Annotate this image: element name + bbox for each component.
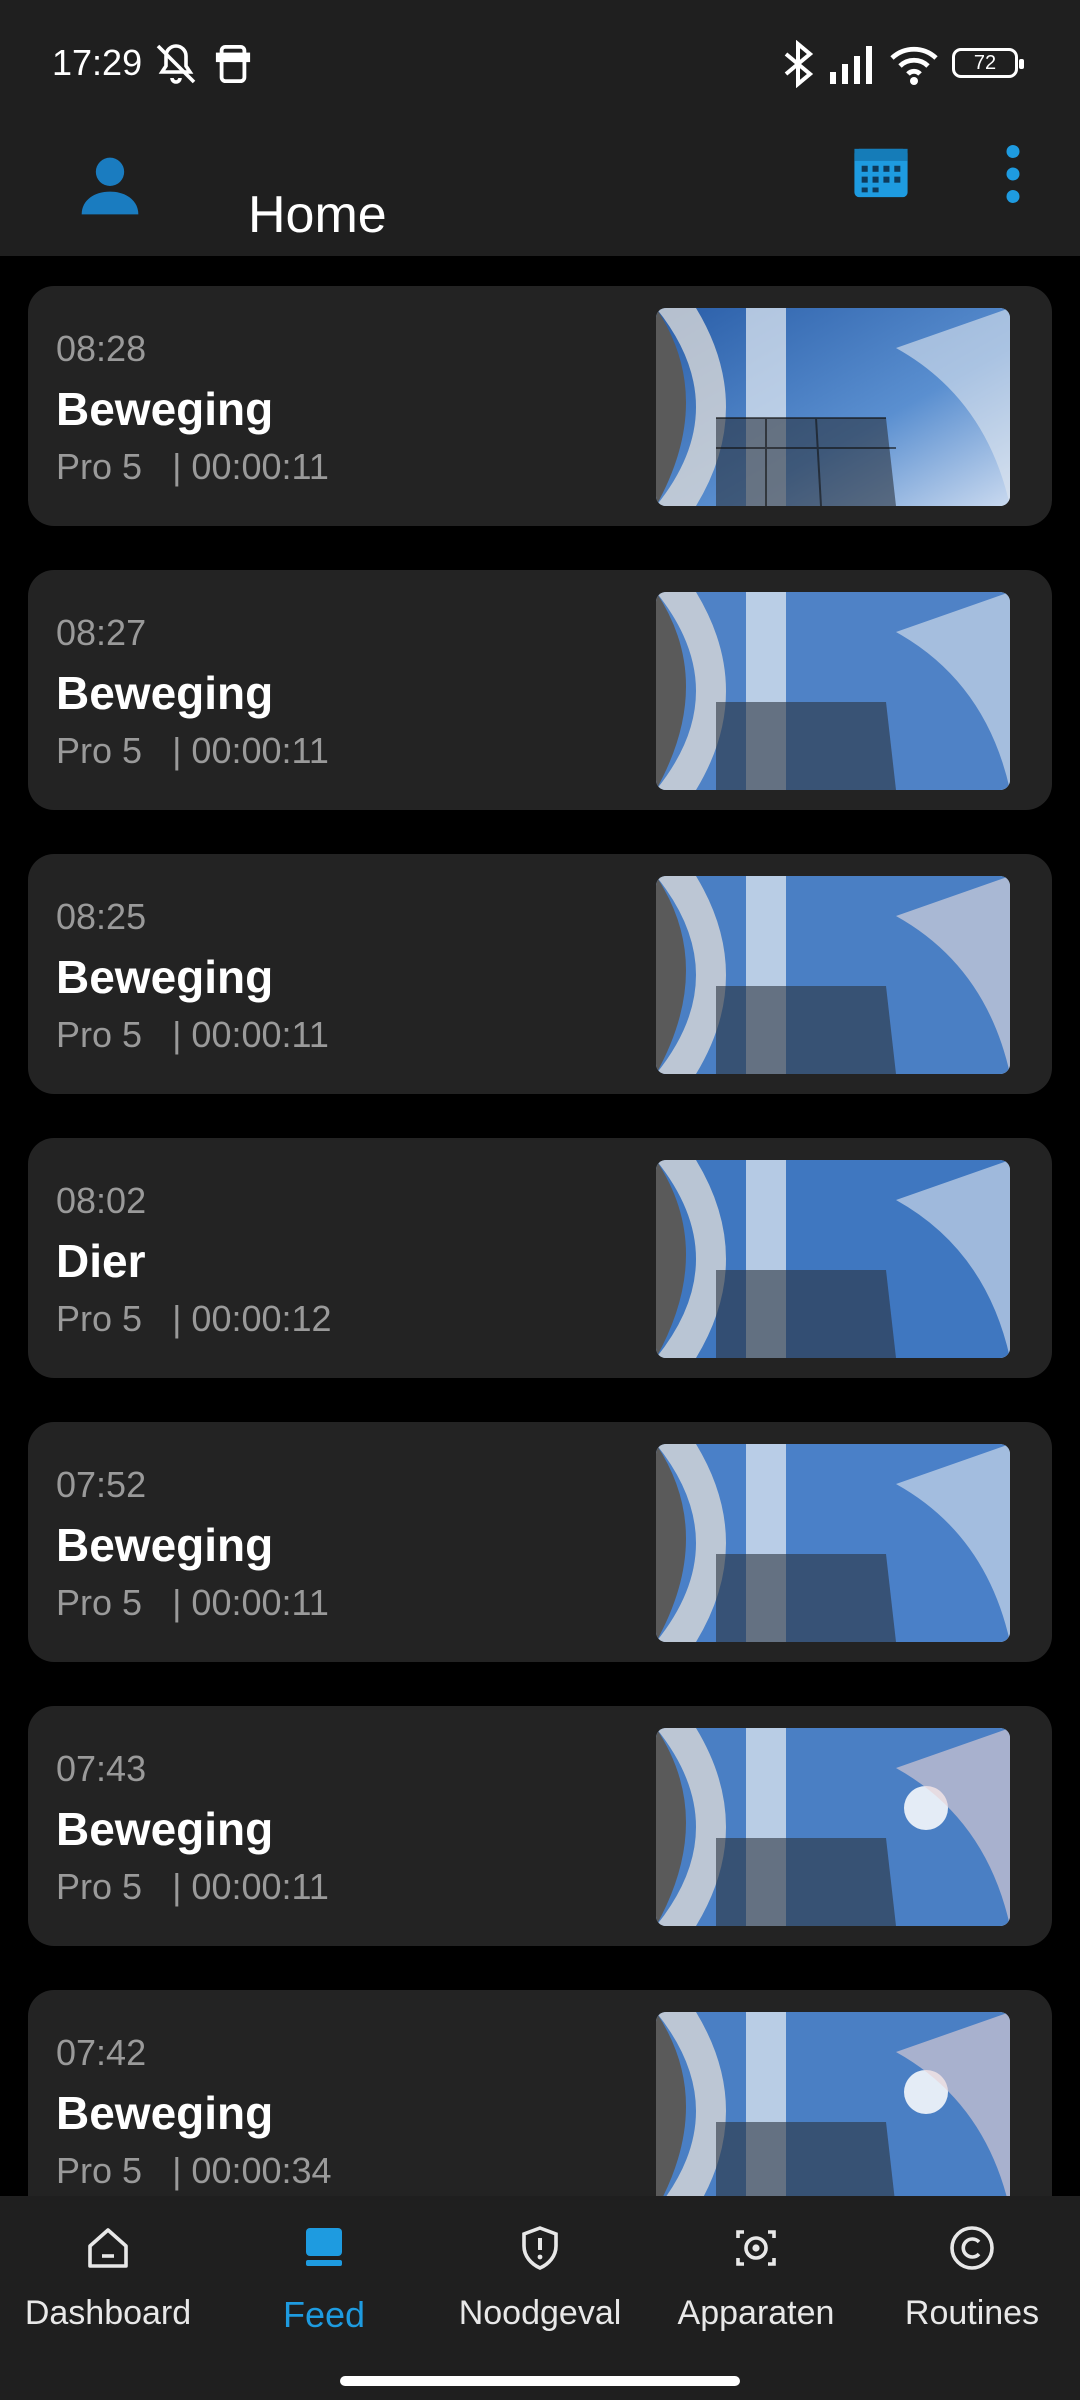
event-duration: | 00:00:11 — [172, 1582, 329, 1623]
event-card[interactable]: 07:52 Beweging Pro 5 | 00:00:11 — [28, 1422, 1052, 1662]
event-meta: Pro 5 | 00:00:11 — [56, 730, 329, 772]
nav-label: Noodgeval — [458, 2294, 622, 2332]
event-duration: | 00:00:11 — [172, 1866, 329, 1907]
event-duration: | 00:00:12 — [172, 1298, 332, 1339]
event-type: Beweging — [56, 383, 274, 435]
camera-snapshot — [656, 592, 1010, 790]
shield-alert-icon — [522, 2226, 558, 2270]
event-thumbnail[interactable] — [656, 308, 1010, 506]
signal-icon — [830, 46, 872, 84]
event-time: 08:02 — [56, 1180, 147, 1221]
app-bar: Home — [0, 128, 1080, 257]
event-type: Beweging — [56, 951, 274, 1003]
feed-icon — [306, 2228, 342, 2266]
event-meta: Pro 5 | 00:00:11 — [56, 446, 329, 488]
more-vert-icon[interactable] — [1000, 144, 1026, 204]
event-meta: Pro 5 | 00:00:11 — [56, 1582, 329, 1624]
event-card[interactable]: 08:28 Beweging Pro 5 | 00:00:11 — [28, 286, 1052, 526]
event-meta: Pro 5 | 00:00:11 — [56, 1014, 329, 1056]
event-meta: Pro 5 | 00:00:12 — [56, 1298, 332, 1340]
camera-snapshot — [656, 876, 1010, 1074]
event-type: Beweging — [56, 1803, 274, 1855]
event-duration: | 00:00:11 — [172, 446, 329, 487]
event-device: Pro 5 — [56, 1866, 143, 1907]
event-card[interactable]: 07:43 Beweging Pro 5 | 00:00:11 — [28, 1706, 1052, 1946]
event-thumbnail[interactable] — [656, 592, 1010, 790]
camera-snapshot — [656, 2012, 1010, 2196]
event-time: 07:43 — [56, 1748, 147, 1789]
profile-icon[interactable] — [76, 152, 144, 220]
nav-dashboard[interactable]: Dashboard — [0, 2224, 216, 2344]
calendar-icon[interactable] — [852, 144, 910, 202]
bottom-navigation: Dashboard Feed Noodgeval Apparaten Routi… — [0, 2196, 1080, 2400]
page-title: Home — [248, 185, 387, 244]
event-card[interactable]: 08:27 Beweging Pro 5 | 00:00:11 — [28, 570, 1052, 810]
event-type: Beweging — [56, 667, 274, 719]
event-device: Pro 5 — [56, 1582, 143, 1623]
event-device: Pro 5 — [56, 1298, 143, 1339]
battery-level: 72 — [973, 52, 997, 74]
nav-label: Dashboard — [24, 2294, 192, 2332]
phone-icon — [215, 45, 251, 83]
event-thumbnail[interactable] — [656, 1728, 1010, 1926]
status-bar: 17:29 72 — [0, 0, 1080, 128]
event-type: Dier — [56, 1235, 146, 1287]
nav-noodgeval[interactable]: Noodgeval — [432, 2224, 648, 2344]
nav-label: Apparaten — [677, 2294, 835, 2332]
event-time: 08:28 — [56, 328, 147, 369]
home-indicator[interactable] — [340, 2376, 740, 2386]
event-card[interactable]: 08:25 Beweging Pro 5 | 00:00:11 — [28, 854, 1052, 1094]
event-time: 07:52 — [56, 1464, 147, 1505]
status-time: 17:29 — [52, 42, 143, 83]
event-device: Pro 5 — [56, 446, 143, 487]
event-time: 08:27 — [56, 612, 147, 653]
event-device: Pro 5 — [56, 1014, 143, 1055]
event-time: 07:42 — [56, 2032, 147, 2073]
nav-apparaten[interactable]: Apparaten — [648, 2224, 864, 2344]
camera-snapshot — [656, 1160, 1010, 1358]
event-meta: Pro 5 | 00:00:11 — [56, 1866, 329, 1908]
nav-feed[interactable]: Feed — [216, 2224, 432, 2344]
event-type: Beweging — [56, 2087, 274, 2139]
event-duration: | 00:00:11 — [172, 730, 329, 771]
nav-label: Routines — [904, 2294, 1040, 2332]
camera-icon — [736, 2230, 776, 2266]
event-card[interactable]: 08:02 Dier Pro 5 | 00:00:12 — [28, 1138, 1052, 1378]
event-thumbnail[interactable] — [656, 2012, 1010, 2196]
nav-label: Feed — [282, 2294, 366, 2335]
battery-icon: 72 — [952, 48, 1024, 78]
event-time: 08:25 — [56, 896, 147, 937]
event-device: Pro 5 — [56, 730, 143, 771]
event-thumbnail[interactable] — [656, 876, 1010, 1074]
event-meta: Pro 5 | 00:00:34 — [56, 2150, 332, 2192]
event-type: Beweging — [56, 1519, 274, 1571]
camera-snapshot — [656, 1728, 1010, 1926]
event-thumbnail[interactable] — [656, 1160, 1010, 1358]
event-duration: | 00:00:34 — [172, 2150, 332, 2191]
routine-icon — [950, 2226, 994, 2270]
event-device: Pro 5 — [56, 2150, 143, 2191]
event-thumbnail[interactable] — [656, 1444, 1010, 1642]
nav-routines[interactable]: Routines — [864, 2224, 1080, 2344]
home-icon — [88, 2228, 128, 2268]
event-card[interactable]: 07:42 Beweging Pro 5 | 00:00:34 — [28, 1990, 1052, 2196]
camera-snapshot — [656, 1444, 1010, 1642]
bell-off-icon — [156, 44, 196, 84]
camera-snapshot — [656, 308, 1010, 506]
event-feed[interactable]: 08:28 Beweging Pro 5 | 00:00:11 08:27 Be… — [0, 256, 1080, 2196]
bluetooth-icon — [784, 40, 814, 88]
event-duration: | 00:00:11 — [172, 1014, 329, 1055]
wifi-icon — [890, 46, 938, 85]
